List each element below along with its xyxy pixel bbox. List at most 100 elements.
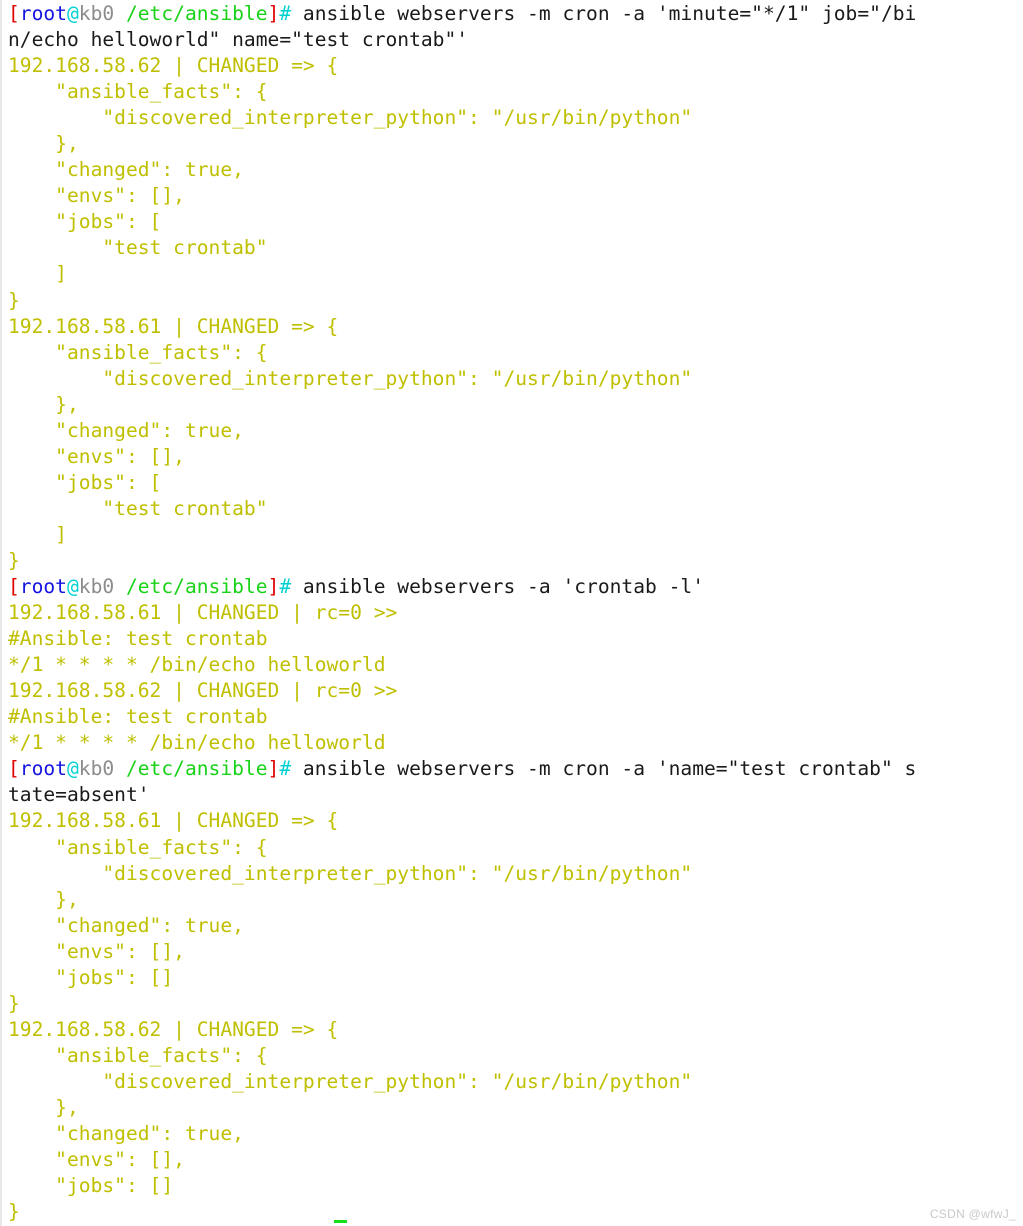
terminal-output-text: "envs": [], [8, 939, 185, 963]
terminal-output-text: } [8, 548, 20, 572]
terminal-output-line: "changed": true, [8, 1121, 1023, 1147]
terminal-output-text: "ansible_facts": { [8, 340, 268, 364]
terminal-output-line: 192.168.58.62 | CHANGED | rc=0 >> [8, 678, 1023, 704]
terminal-output-line: "discovered_interpreter_python": "/usr/b… [8, 861, 1023, 887]
terminal-output-text: "ansible_facts": { [8, 1043, 268, 1067]
terminal-output-line: }, [8, 131, 1023, 157]
terminal-output-line: #Ansible: test crontab [8, 626, 1023, 652]
terminal-output-line: 192.168.58.61 | CHANGED | rc=0 >> [8, 600, 1023, 626]
prompt-at-sign: @ [66, 757, 79, 781]
prompt-path: /etc/ansible [125, 2, 268, 25]
terminal-output-text: "discovered_interpreter_python": "/usr/b… [8, 106, 693, 130]
prompt-hash-symbol: # [279, 2, 292, 25]
terminal-output-text: "changed": true, [8, 1122, 244, 1146]
terminal-output-text: "changed": true, [8, 418, 244, 442]
terminal-output-text: } [8, 991, 20, 1015]
terminal-output-text: "jobs": [ [8, 210, 162, 234]
prompt-close-bracket: ] [267, 2, 280, 25]
terminal-screen[interactable]: [root@kb0 /etc/ansible]# ansible webserv… [8, 1, 1023, 1226]
terminal-prompt-line: [root@kb0 /etc/ansible]# ansible webserv… [8, 574, 1023, 600]
terminal-output-text: 192.168.58.61 | CHANGED => { [8, 809, 339, 833]
prompt-host: kb0 [78, 575, 115, 599]
terminal-command-text: ansible webservers -m cron -a 'name="tes… [291, 757, 917, 781]
terminal-output-line: "jobs": [] [8, 965, 1023, 991]
prompt-at-sign: @ [66, 2, 79, 25]
terminal-output-text: "test crontab" [8, 496, 268, 520]
terminal-output-text: }, [8, 1095, 79, 1119]
terminal-output-text: "test crontab" [8, 236, 268, 260]
terminal-output-text: "envs": [], [8, 184, 185, 208]
terminal-output-text: ] [8, 262, 67, 286]
terminal-command-text-wrapped: tate=absent' [8, 783, 150, 807]
terminal-output-line: ] [8, 522, 1023, 548]
terminal-output-line: */1 * * * * /bin/echo helloworld [8, 652, 1023, 678]
terminal-output-line: "discovered_interpreter_python": "/usr/b… [8, 105, 1023, 131]
terminal-output-text: }, [8, 392, 79, 416]
terminal-command-wrap-line: tate=absent' [8, 782, 1023, 808]
prompt-open-bracket: [ [8, 757, 20, 781]
terminal-output-line: "jobs": [ [8, 470, 1023, 496]
terminal-command-text: ansible webservers -a 'crontab -l' [291, 575, 705, 599]
terminal-output-text: ] [8, 522, 67, 546]
terminal-output-text: "envs": [], [8, 1148, 185, 1172]
terminal-output-text: 192.168.58.61 | CHANGED | rc=0 >> [8, 601, 398, 625]
prompt-hash-symbol: # [279, 757, 292, 781]
terminal-prompt-line: [root@kb0 /etc/ansible]# ansible webserv… [8, 1, 1023, 27]
terminal-output-text: */1 * * * * /bin/echo helloworld [8, 731, 386, 755]
terminal-output-text: "changed": true, [8, 913, 244, 937]
terminal-cursor [334, 1220, 347, 1223]
terminal-command-text-wrapped: n/echo helloworld" name="test crontab"' [8, 28, 469, 52]
terminal-prompt-line: [root@kb0 /etc/ansible]# ansible webserv… [8, 756, 1023, 782]
terminal-output-text: 192.168.58.62 | CHANGED => { [8, 1017, 339, 1041]
terminal-output-line: "jobs": [ [8, 209, 1023, 235]
terminal-output-line: 192.168.58.61 | CHANGED => { [8, 808, 1023, 834]
terminal-output-line: "test crontab" [8, 496, 1023, 522]
terminal-output-text: #Ansible: test crontab [8, 627, 268, 651]
terminal-output-text: #Ansible: test crontab [8, 705, 268, 729]
terminal-output-line: }, [8, 392, 1023, 418]
terminal-output-text: "jobs": [] [8, 1174, 174, 1198]
prompt-user: root [19, 2, 67, 25]
csdn-watermark: CSDN @wfwJ_ [929, 1207, 1016, 1221]
terminal-output-line: "envs": [], [8, 183, 1023, 209]
terminal-output-line: } [8, 288, 1023, 314]
terminal-output-text: "discovered_interpreter_python": "/usr/b… [8, 366, 693, 390]
prompt-close-bracket: ] [267, 575, 280, 599]
terminal-output-text: "discovered_interpreter_python": "/usr/b… [8, 1069, 693, 1093]
terminal-output-text: "jobs": [ [8, 470, 162, 494]
terminal-window[interactable]: [root@kb0 /etc/ansible]# ansible webserv… [0, 0, 1023, 1226]
terminal-output-line: }, [8, 1095, 1023, 1121]
prompt-host: kb0 [78, 2, 115, 25]
terminal-output-line: #Ansible: test crontab [8, 704, 1023, 730]
prompt-path: /etc/ansible [125, 575, 268, 599]
terminal-command-text: ansible webservers -m cron -a 'minute="*… [291, 2, 917, 25]
prompt-open-bracket: [ [8, 575, 20, 599]
terminal-command-wrap-line: n/echo helloworld" name="test crontab"' [8, 27, 1023, 53]
terminal-output-line: } [8, 548, 1023, 574]
prompt-user: root [19, 575, 67, 599]
terminal-output-text: "changed": true, [8, 158, 244, 182]
terminal-output-line: } [8, 1199, 1023, 1225]
terminal-output-text: }, [8, 887, 79, 911]
prompt-host: kb0 [78, 757, 115, 781]
terminal-output-line: 192.168.58.61 | CHANGED => { [8, 314, 1023, 340]
terminal-output-text: "jobs": [] [8, 965, 174, 989]
prompt-close-bracket: ] [267, 757, 280, 781]
terminal-output-text: } [8, 288, 20, 312]
prompt-path: /etc/ansible [125, 757, 268, 781]
terminal-output-line: } [8, 991, 1023, 1017]
prompt-user: root [19, 757, 67, 781]
terminal-output-text: "discovered_interpreter_python": "/usr/b… [8, 861, 693, 885]
terminal-output-text: 192.168.58.62 | CHANGED => { [8, 54, 339, 78]
terminal-output-line: "envs": [], [8, 444, 1023, 470]
terminal-output-text: } [8, 1200, 20, 1224]
terminal-output-line: "changed": true, [8, 157, 1023, 183]
terminal-output-line: "envs": [], [8, 1147, 1023, 1173]
terminal-output-line: ] [8, 261, 1023, 287]
terminal-output-line: 192.168.58.62 | CHANGED => { [8, 1017, 1023, 1043]
terminal-output-line: "changed": true, [8, 913, 1023, 939]
prompt-open-bracket: [ [8, 2, 20, 25]
